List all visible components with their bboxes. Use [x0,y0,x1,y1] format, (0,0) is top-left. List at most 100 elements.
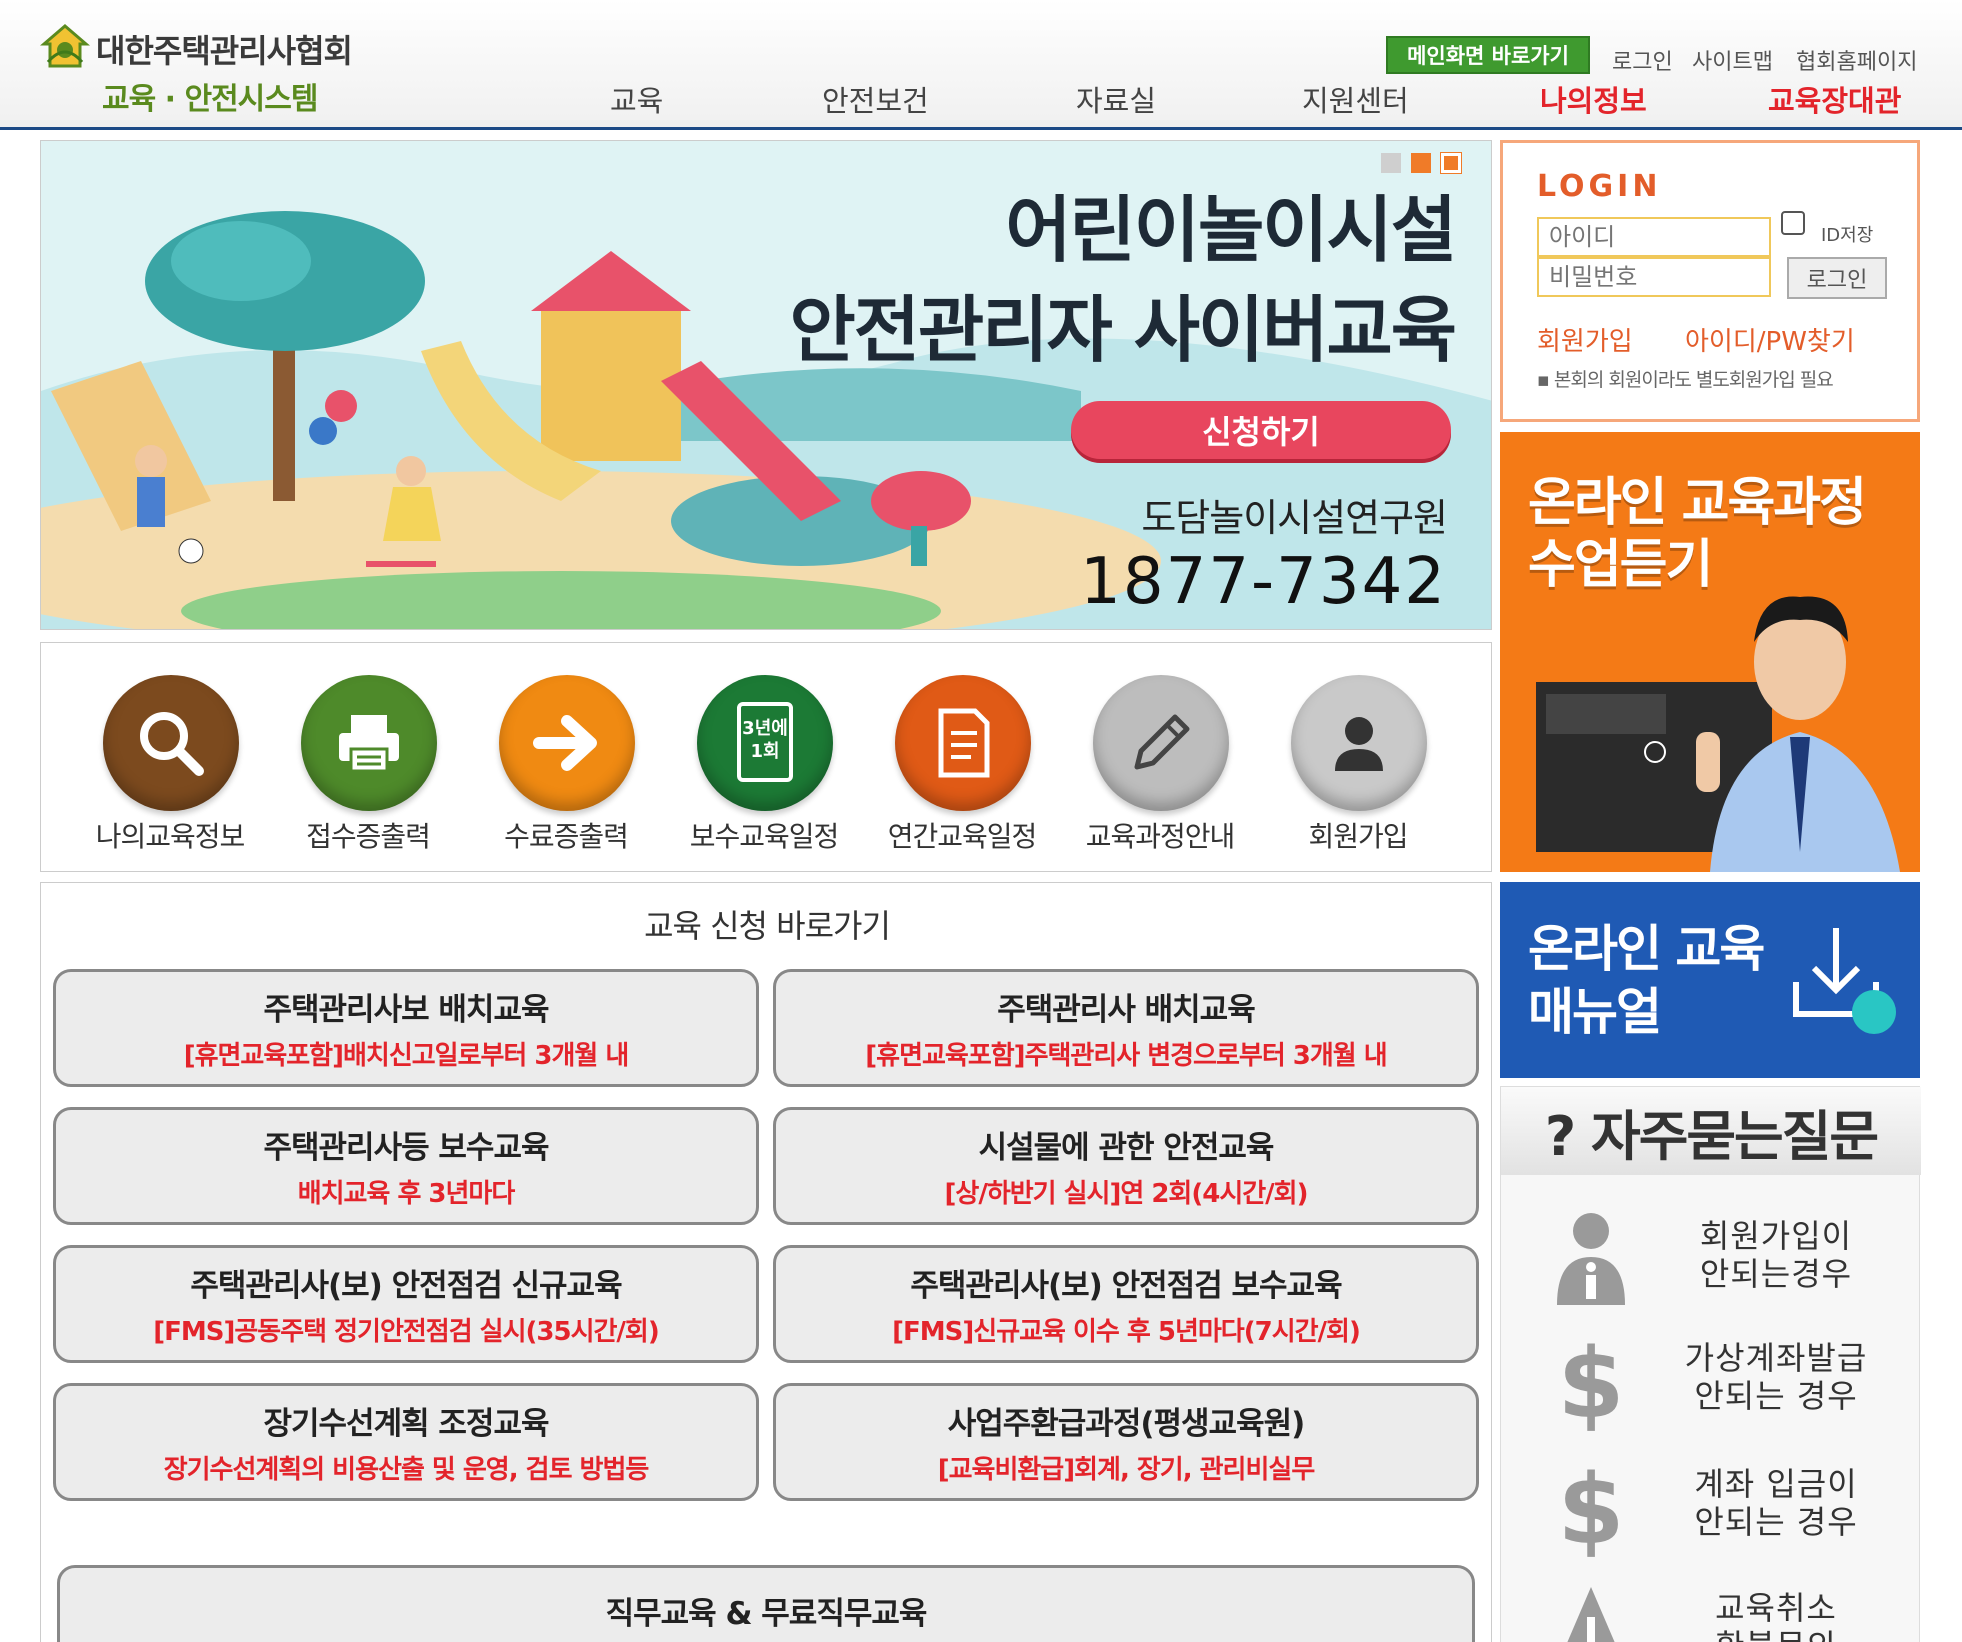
page: 대한주택관리사협회 교육 · 안전시스템 메인화면 바로가기 로그인 사이트맵 … [0,0,1962,1642]
faq-item[interactable]: 교육취소 환불문의 [1501,1571,1921,1642]
download-icon [1793,928,1896,1034]
faq-title: ? 자주묻는질문 [1501,1087,1921,1175]
faq-item[interactable]: 회원가입이 안되는경우 [1501,1199,1921,1319]
quick-label: 회원가입 [1308,820,1408,853]
quick-label: 수료증출력 [504,820,629,853]
course-title: 시설물에 관한 안전교육 [978,1130,1275,1166]
search-icon [103,675,239,811]
pause-icon[interactable] [1440,152,1462,174]
info-person-icon [1557,1213,1625,1305]
course-title: 주택관리사(보) 안전점검 신규교육 [190,1268,622,1304]
course-subtitle: [휴면교육포함]배치신고일로부터 3개월 내 [183,1041,630,1071]
hero-title-2: 안전관리자 사이버교육 [789,288,1457,372]
site-header: 대한주택관리사협회 교육 · 안전시스템 메인화면 바로가기 로그인 사이트맵 … [0,0,1962,130]
save-id-checkbox[interactable] [1781,211,1805,235]
course-subtitle: 장기수선계획의 비용산출 및 운영, 검토 방법등 [163,1455,650,1485]
util-login-link[interactable]: 로그인 [1612,44,1673,76]
faq-item[interactable]: $ 가상계좌발급 안되는 경우 [1501,1321,1921,1441]
quick-label: 보수교육일정 [689,820,840,853]
course-subtitle: [FMS]공동주택 정기안전점검 실시(35시간/회) [153,1317,659,1347]
faq-text-2: 안되는 경우 [1694,1503,1858,1542]
quick-label: 교육과정안내 [1085,820,1236,853]
util-sitemap-link[interactable]: 사이트맵 [1692,44,1773,76]
course-subtitle: [교육비환급]회계, 장기, 관리비실무 [937,1455,1316,1485]
util-homepage-link[interactable]: 협회홈페이지 [1796,44,1917,76]
login-note-text: 본회의 회원이라도 별도회원가입 필요 [1553,369,1834,391]
svg-text:$: $ [1558,1331,1625,1431]
nav-education[interactable]: 교육 [610,78,663,120]
slide-indicator-2[interactable] [1411,153,1431,173]
online-manual-banner[interactable]: 온라인 교육 매뉴얼 [1500,882,1920,1078]
hero-banner[interactable]: 어린이놀이시설 안전관리자 사이버교육 신청하기 도담놀이시설연구원 1877-… [40,140,1492,630]
dollar-icon: $ [1558,1457,1625,1557]
quick-label: 연간교육일정 [887,820,1038,853]
pencil-icon [1093,675,1229,811]
course-button[interactable]: 주택관리사보 배치교육 [휴면교육포함]배치신고일로부터 3개월 내 [53,969,759,1087]
calendar-icon: 3년에 1회 [697,675,833,811]
course-button[interactable]: 주택관리사(보) 안전점검 보수교육 [FMS]신규교육 이수 후 5년마다(7… [773,1245,1479,1363]
course-button[interactable]: 주택관리사 배치교육 [휴면교육포함]주택관리사 변경으로부터 3개월 내 [773,969,1479,1087]
login-button[interactable]: 로그인 [1787,257,1887,299]
site-logo[interactable]: 대한주택관리사협회 교육 · 안전시스템 [40,18,360,118]
quick-receipt-print[interactable]: 접수증출력 [273,643,463,873]
login-title: LOGIN [1537,169,1662,204]
course-button[interactable]: 장기수선계획 조정교육 장기수선계획의 비용산출 및 운영, 검토 방법등 [53,1383,759,1501]
course-title: 주택관리사등 보수교육 [263,1130,550,1166]
system-name: 교육 · 안전시스템 [102,82,318,117]
education-apply-section: 교육 신청 바로가기 주택관리사보 배치교육 [휴면교육포함]배치신고일로부터 … [40,882,1492,1642]
nav-resources[interactable]: 자료실 [1076,78,1156,120]
online-course-banner[interactable]: 온라인 교육과정 수업듣기 [1500,432,1920,872]
course-subtitle: [FMS]신규교육 이수 후 5년마다(7시간/회) [892,1317,1361,1347]
slide-indicator-1[interactable] [1381,153,1401,173]
login-panel: LOGIN ID저장 로그인 회원가입 아이디/PW찾기 ▪ 본회의 회원이라도… [1500,140,1920,422]
faq-text-1: 교육취소 [1715,1589,1837,1627]
quick-join[interactable]: 회원가입 [1263,643,1453,873]
instructor-illustration [1536,596,1900,872]
course-subtitle: 배치교육 후 3년마다 [297,1179,516,1209]
faq-text-1: 가상계좌발급 [1684,1339,1868,1377]
password-input[interactable] [1537,257,1771,297]
save-id-label: ID저장 [1821,225,1874,246]
nav-support-center[interactable]: 지원센터 [1302,78,1409,120]
nav-my-info[interactable]: 나의정보 [1540,78,1647,120]
faq-text-1: 회원가입이 [1699,1217,1853,1255]
quick-course-guide[interactable]: 교육과정안내 [1065,643,1255,873]
course-button[interactable]: 시설물에 관한 안전교육 [상/하반기 실시]연 2회(4시간/회) [773,1107,1479,1225]
course-subtitle: [상/하반기 실시]연 2회(4시간/회) [944,1179,1309,1209]
section-title: 교육 신청 바로가기 [644,907,891,945]
nav-safety-health[interactable]: 안전보건 [822,78,929,120]
course-subtitle: [휴면교육포함]주택관리사 변경으로부터 3개월 내 [865,1041,1387,1071]
quick-menu: 나의교육정보 접수증출력 수료증출력 3년에 1회 보수교육일정 연간교육일정 … [40,642,1492,872]
dollar-icon: $ [1558,1331,1625,1431]
course-title: 주택관리사 배치교육 [997,992,1255,1028]
nav-venue-rental[interactable]: 교육장대관 [1768,78,1901,120]
course-button[interactable]: 주택관리사(보) 안전점검 신규교육 [FMS]공동주택 정기안전점검 실시(3… [53,1245,759,1363]
svg-text:$: $ [1558,1457,1625,1557]
hero-apply-button[interactable]: 신청하기 [1071,401,1451,459]
manual-banner-line-1: 온라인 교육 [1528,920,1765,978]
quick-annual-schedule[interactable]: 연간교육일정 [867,643,1057,873]
id-input[interactable] [1537,217,1771,257]
course-title: 주택관리사보 배치교육 [263,992,550,1028]
quick-my-education[interactable]: 나의교육정보 [75,643,265,873]
faq-item[interactable]: $ 계좌 입금이 안되는 경우 [1501,1447,1921,1567]
manual-banner-line-2: 매뉴얼 [1528,982,1662,1041]
join-link[interactable]: 회원가입 [1537,321,1633,358]
logo-house-icon [40,24,90,68]
quick-certificate-print[interactable]: 수료증출력 [471,643,661,873]
course-title: 사업주환급과정(평생교육원) [947,1406,1306,1442]
manual-banner-text: 온라인 교육 매뉴얼 [1528,918,1765,1043]
find-account-link[interactable]: 아이디/PW찾기 [1685,321,1855,358]
quick-refresher-schedule[interactable]: 3년에 1회 보수교육일정 [669,643,859,873]
course-title: 장기수선계획 조정교육 [263,1406,550,1442]
quick-label: 접수증출력 [306,820,431,853]
quick-label: 나의교육정보 [95,820,246,853]
printer-icon [301,675,437,811]
hero-title-1: 어린이놀이시설 [1005,188,1457,272]
course-button[interactable]: 주택관리사등 보수교육 배치교육 후 3년마다 [53,1107,759,1225]
login-note: ▪ 본회의 회원이라도 별도회원가입 필요 [1537,369,1834,391]
course-title: 직무교육 & 무료직무교육 [605,1596,928,1632]
main-page-button[interactable]: 메인화면 바로가기 [1386,36,1590,74]
course-button[interactable]: 사업주환급과정(평생교육원) [교육비환급]회계, 장기, 관리비실무 [773,1383,1479,1501]
course-button[interactable]: 직무교육 & 무료직무교육 [57,1565,1475,1642]
